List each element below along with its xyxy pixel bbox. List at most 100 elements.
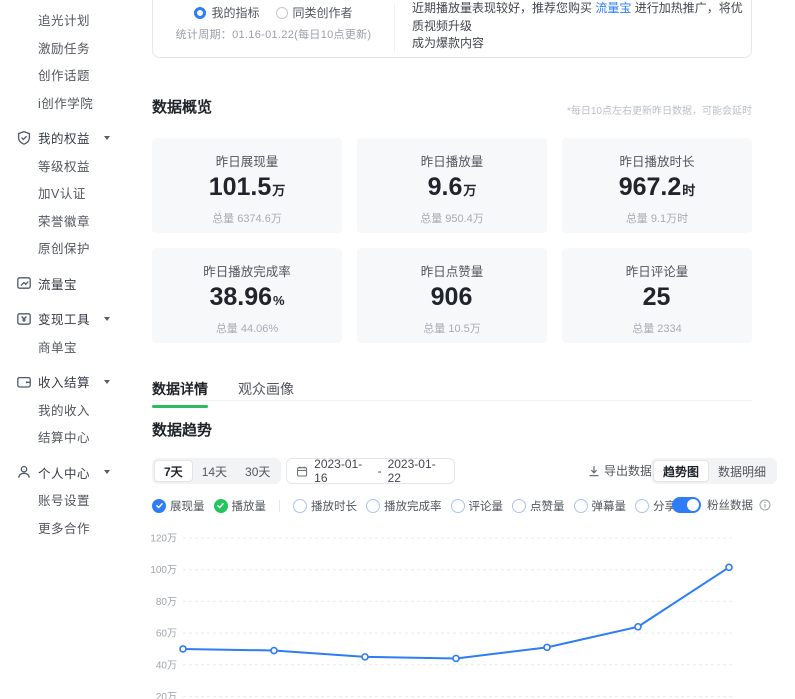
stat-label: 昨日点赞量 bbox=[421, 261, 484, 280]
stat-label: 昨日播放量 bbox=[421, 151, 484, 170]
checkbox-unchecked-icon bbox=[574, 499, 588, 513]
metric-label: 播放完成率 bbox=[384, 498, 442, 514]
sidebar-item-原创保护[interactable]: 原创保护 bbox=[0, 234, 148, 262]
radio-option-我的指标[interactable]: 我的指标 bbox=[194, 4, 259, 21]
sidebar-item-label: 创作话题 bbox=[38, 65, 90, 84]
stat-total: 总量 950.4万 bbox=[420, 210, 484, 226]
sidebar-item-荣誉徽章[interactable]: 荣誉徽章 bbox=[0, 207, 148, 235]
y-axis-tick: 40万 bbox=[156, 660, 177, 671]
fans-data-label: 粉丝数据 bbox=[707, 497, 753, 513]
sidebar-item-创作话题[interactable]: 创作话题 bbox=[0, 61, 148, 89]
sidebar-item-等级权益[interactable]: 等级权益 bbox=[0, 152, 148, 180]
stat-card-昨日播放完成率: 昨日播放完成率38.96%总量 44.06% bbox=[152, 248, 342, 343]
traffic-icon bbox=[15, 275, 32, 292]
metric-checkbox-播放量[interactable]: 播放量 bbox=[214, 498, 267, 514]
promo-line2: 成为爆款内容 bbox=[412, 36, 484, 50]
tab-观众画像[interactable]: 观众画像 bbox=[238, 379, 294, 408]
sidebar-item-变现工具[interactable]: 变现工具 bbox=[0, 305, 148, 333]
stat-card-昨日点赞量: 昨日点赞量906总量 10.5万 bbox=[357, 248, 547, 343]
sidebar-item-label: 个人中心 bbox=[38, 463, 90, 482]
sidebar-item-label: 荣誉徽章 bbox=[38, 211, 90, 230]
metric-checkbox-弹幕量[interactable]: 弹幕量 bbox=[574, 498, 627, 514]
sidebar-item-label: 账号设置 bbox=[38, 490, 90, 509]
range-button-7天[interactable]: 7天 bbox=[154, 460, 193, 482]
export-data-button[interactable]: 导出数据 bbox=[588, 462, 652, 479]
stat-value: 38.96% bbox=[209, 282, 284, 316]
metric-checkbox-展现量[interactable]: 展现量 bbox=[152, 498, 205, 514]
sidebar-item-更多合作[interactable]: 更多合作 bbox=[0, 514, 148, 542]
metric-label: 播放量 bbox=[232, 498, 267, 514]
sidebar-item-个人中心[interactable]: 个人中心 bbox=[0, 459, 148, 487]
promo-text: 近期播放量表现较好，推荐您购买 流量宝 进行加热推广，将优质视频升级 成为爆款内… bbox=[412, 0, 750, 53]
metric-label: 点赞量 bbox=[530, 498, 565, 514]
date-range-picker[interactable]: 2023-01-16 - 2023-01-22 bbox=[286, 458, 455, 484]
series-line-展现量 bbox=[183, 567, 729, 658]
sidebar-item-账号设置[interactable]: 账号设置 bbox=[0, 486, 148, 514]
stat-value: 101.5万 bbox=[209, 172, 286, 206]
sidebar-item-结算中心[interactable]: 结算中心 bbox=[0, 423, 148, 451]
metric-checkbox-点赞量[interactable]: 点赞量 bbox=[512, 498, 565, 514]
stat-label: 昨日播放时长 bbox=[619, 151, 694, 170]
stat-unit: 万 bbox=[272, 183, 285, 198]
sidebar-item-label: i创作学院 bbox=[38, 93, 93, 112]
sidebar-item-加V认证[interactable]: 加V认证 bbox=[0, 179, 148, 207]
data-point-展现量 bbox=[362, 654, 368, 660]
info-icon[interactable] bbox=[759, 499, 771, 511]
metric-checkbox-评论量[interactable]: 评论量 bbox=[451, 498, 504, 514]
checkbox-unchecked-icon bbox=[451, 499, 465, 513]
sidebar-item-label: 我的权益 bbox=[38, 128, 90, 147]
stat-label: 昨日评论量 bbox=[626, 261, 689, 280]
sidebar-item-label: 我的收入 bbox=[38, 400, 90, 419]
metric-label: 弹幕量 bbox=[592, 498, 627, 514]
chart-view-segment: 趋势图数据明细 bbox=[651, 458, 777, 484]
sidebar-item-label: 流量宝 bbox=[38, 274, 77, 293]
stat-card-昨日展现量: 昨日展现量101.5万总量 6374.6万 bbox=[152, 138, 342, 233]
stat-label: 昨日展现量 bbox=[216, 151, 279, 170]
sidebar-item-激励任务[interactable]: 激励任务 bbox=[0, 34, 148, 62]
radio-label: 同类创作者 bbox=[293, 4, 353, 21]
badge-icon bbox=[15, 129, 32, 146]
sidebar: 追光计划激励任务创作话题 i创作学院我的权益等级权益加V认证荣誉徽章原创保护流量宝… bbox=[0, 0, 148, 699]
data-point-展现量 bbox=[544, 644, 550, 650]
sidebar-item-流量宝[interactable]: 流量宝 bbox=[0, 270, 148, 298]
calendar-icon bbox=[296, 465, 308, 478]
wallet-icon bbox=[15, 373, 32, 390]
fans-data-toggle[interactable] bbox=[672, 497, 701, 513]
sidebar-item-我的权益[interactable]: 我的权益 bbox=[0, 124, 148, 152]
range-button-14天[interactable]: 14天 bbox=[193, 460, 236, 482]
sidebar-item-label: 加V认证 bbox=[38, 183, 86, 202]
stat-total: 总量 44.06% bbox=[216, 320, 278, 336]
metric-checkbox-row: 展现量播放量播放时长播放完成率评论量点赞量弹幕量分享量 bbox=[152, 497, 688, 514]
metric-checkbox-播放时长[interactable]: 播放时长 bbox=[293, 498, 357, 514]
radio-unselected-icon bbox=[276, 7, 288, 19]
tab-数据详情[interactable]: 数据详情 bbox=[152, 379, 208, 408]
date-separator: - bbox=[378, 464, 382, 478]
metric-label: 播放时长 bbox=[311, 498, 357, 514]
sidebar-item-我的收入[interactable]: 我的收入 bbox=[0, 396, 148, 424]
tabs-divider bbox=[152, 400, 752, 401]
stat-total: 总量 10.5万 bbox=[423, 320, 480, 336]
sidebar-item-追光计划[interactable]: 追光计划 bbox=[0, 6, 148, 34]
stat-value: 25 bbox=[643, 282, 672, 316]
chevron-down-icon bbox=[104, 380, 110, 384]
traffic-booster-link[interactable]: 流量宝 bbox=[595, 1, 631, 15]
stat-card-昨日播放时长: 昨日播放时长967.2时总量 9.1万时 bbox=[562, 138, 752, 233]
sidebar-item-收入结算[interactable]: 收入结算 bbox=[0, 368, 148, 396]
date-end: 2023-01-22 bbox=[388, 457, 445, 485]
checkbox-unchecked-icon bbox=[293, 499, 307, 513]
range-button-30天[interactable]: 30天 bbox=[236, 460, 279, 482]
view-button-数据明细[interactable]: 数据明细 bbox=[709, 460, 775, 482]
data-point-展现量 bbox=[271, 648, 277, 654]
view-button-趋势图[interactable]: 趋势图 bbox=[653, 460, 709, 482]
chevron-down-icon bbox=[104, 317, 110, 321]
radio-option-同类创作者[interactable]: 同类创作者 bbox=[276, 4, 353, 21]
indicator-summary-card: 我的指标同类创作者 统计周期：01.16-01.22(每日10点更新) 近期播放… bbox=[152, 0, 752, 58]
sidebar-item-label: 更多合作 bbox=[38, 518, 90, 537]
sidebar-item-i创作学院[interactable]: i创作学院 bbox=[0, 89, 148, 117]
metric-checkbox-播放完成率[interactable]: 播放完成率 bbox=[366, 498, 442, 514]
sidebar-item-商单宝[interactable]: 商单宝 bbox=[0, 333, 148, 361]
sidebar-item-label: 等级权益 bbox=[38, 156, 90, 175]
radio-label: 我的指标 bbox=[211, 4, 259, 21]
overview-update-note: *每日10点左右更新昨日数据，可能会延时 bbox=[452, 102, 752, 117]
stat-unit: 时 bbox=[682, 183, 695, 198]
